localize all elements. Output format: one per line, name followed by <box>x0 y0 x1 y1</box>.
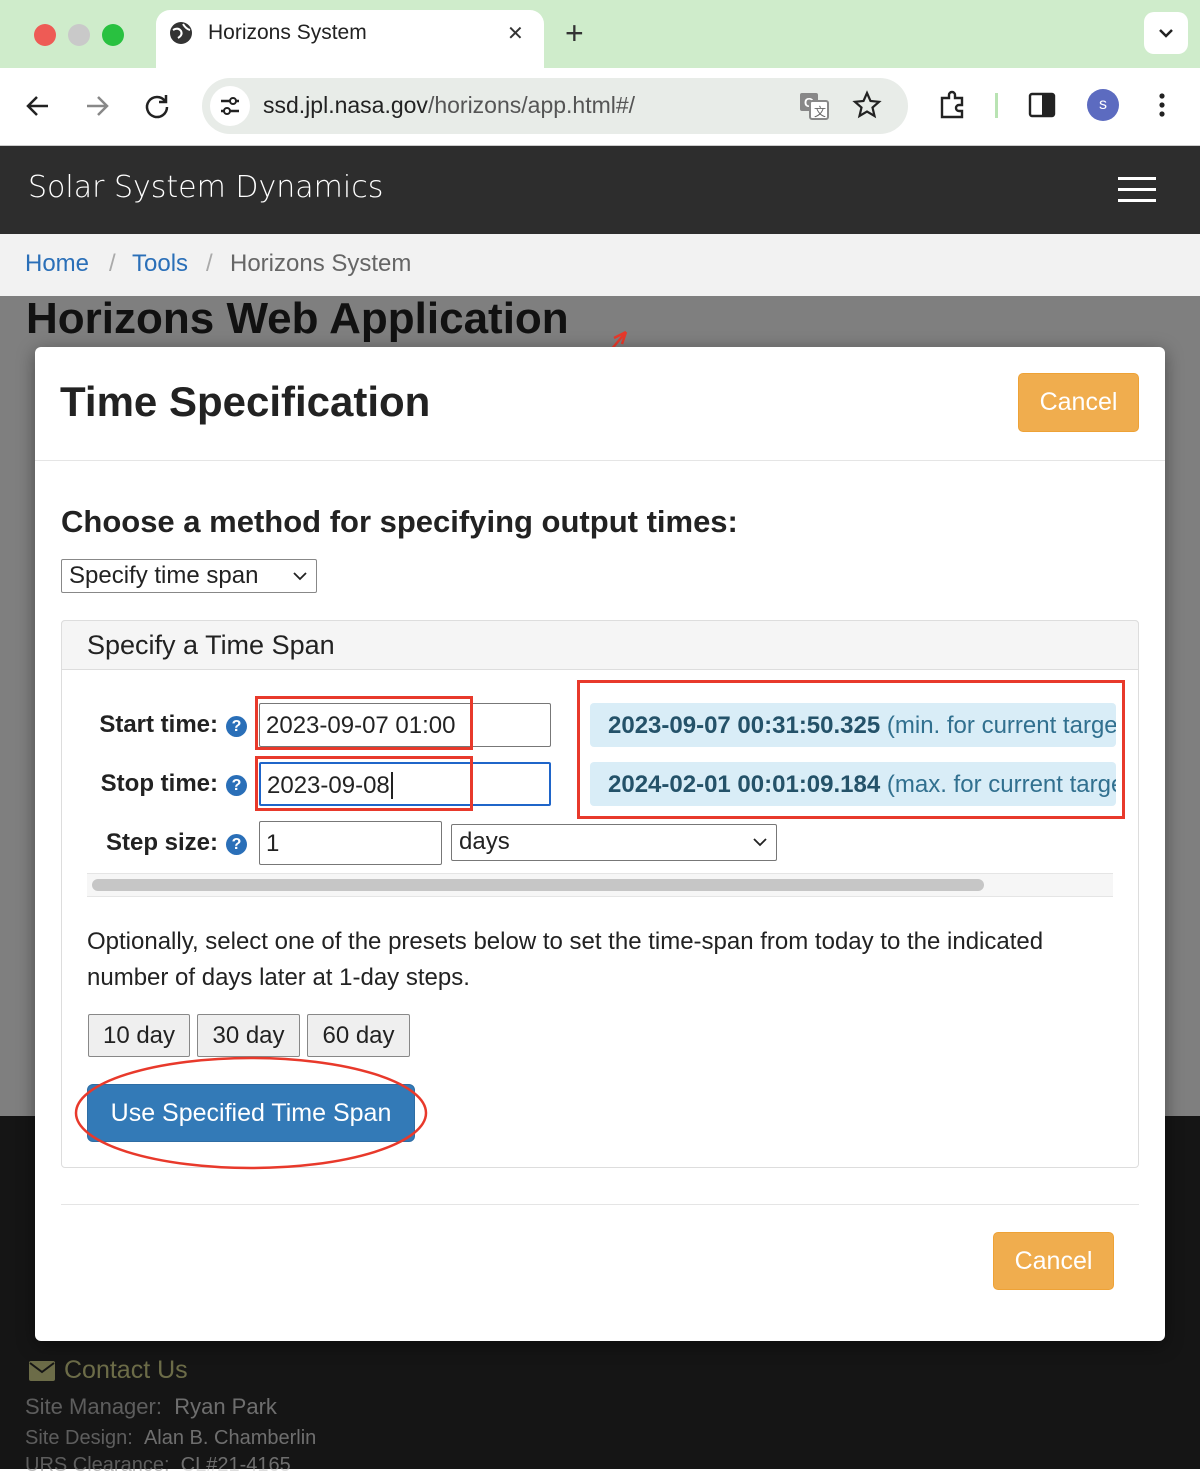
chevron-down-icon <box>1159 29 1173 38</box>
help-icon[interactable]: ? <box>226 775 247 796</box>
breadcrumb: Home / Tools / Horizons System <box>0 234 1200 296</box>
annotation-box-time-limits <box>577 680 1125 819</box>
breadcrumb-home[interactable]: Home <box>25 250 89 278</box>
help-icon[interactable]: ? <box>226 716 247 737</box>
scrollbar-thumb[interactable] <box>92 879 984 891</box>
breadcrumb-current: Horizons System <box>230 250 412 277</box>
url-host: ssd.jpl.nasa.gov <box>263 92 428 118</box>
panel-title: Specify a Time Span <box>87 630 335 660</box>
svg-text:文: 文 <box>814 104 826 119</box>
help-icon[interactable]: ? <box>226 834 247 855</box>
breadcrumb-separator: / <box>206 250 213 277</box>
globe-icon <box>170 22 192 44</box>
cancel-button-bottom[interactable]: Cancel <box>993 1232 1114 1290</box>
window-minimize-button[interactable] <box>68 24 90 46</box>
annotation-ellipse <box>74 1056 428 1170</box>
dialog-header-divider <box>35 460 1165 461</box>
tab-search-button[interactable] <box>1144 12 1188 54</box>
window-close-button[interactable] <box>34 24 56 46</box>
presets-description: Optionally, select one of the presets be… <box>87 928 1044 991</box>
chevron-down-icon <box>293 572 307 581</box>
site-title[interactable]: Solar System Dynamics <box>28 170 383 205</box>
bookmark-star-icon[interactable] <box>852 90 882 120</box>
step-unit-value: days <box>459 828 510 855</box>
breadcrumb-tools[interactable]: Tools <box>132 250 188 278</box>
hamburger-line <box>1118 188 1156 191</box>
start-time-label: Start time: <box>99 711 218 738</box>
breadcrumb-separator: / <box>109 250 116 277</box>
translate-icon[interactable]: G文 <box>798 90 830 122</box>
tab-title: Horizons System <box>208 21 367 44</box>
method-heading: Choose a method for specifying output ti… <box>61 504 738 539</box>
dialog-footer-divider <box>61 1204 1139 1205</box>
hamburger-line <box>1118 177 1156 180</box>
avatar[interactable]: s <box>1087 89 1119 121</box>
new-tab-button[interactable]: + <box>565 15 584 52</box>
time-method-value: Specify time span <box>69 562 259 589</box>
preset-30-day-button[interactable]: 30 day <box>197 1014 300 1057</box>
tab-close-icon[interactable]: ✕ <box>507 21 524 46</box>
annotation-box-start-time <box>255 696 473 750</box>
url-text[interactable]: ssd.jpl.nasa.gov/horizons/app.html#/ <box>263 92 635 119</box>
extensions-icon[interactable] <box>937 89 969 121</box>
stop-time-label: Stop time: <box>100 770 218 797</box>
forward-icon[interactable] <box>83 92 111 120</box>
url-path: /horizons/app.html#/ <box>427 92 636 118</box>
cancel-button-top[interactable]: Cancel <box>1018 373 1139 432</box>
back-icon[interactable] <box>24 92 52 120</box>
side-panel-icon[interactable] <box>1028 92 1056 118</box>
toolbar-divider <box>995 93 998 118</box>
menu-icon[interactable] <box>1152 90 1172 120</box>
step-size-input[interactable]: 1 <box>259 821 442 865</box>
preset-60-day-button[interactable]: 60 day <box>307 1014 410 1057</box>
chevron-down-icon <box>753 838 767 847</box>
preset-10-day-button[interactable]: 10 day <box>88 1014 190 1057</box>
dialog-title: Time Specification <box>60 378 431 425</box>
step-unit-select[interactable]: days <box>451 824 777 861</box>
window-maximize-button[interactable] <box>102 24 124 46</box>
reload-icon[interactable] <box>143 92 171 120</box>
step-size-label: Step size: <box>105 829 218 856</box>
annotation-box-stop-time <box>255 756 473 811</box>
hamburger-line <box>1118 199 1156 202</box>
site-info-icon[interactable] <box>210 86 250 126</box>
time-method-select[interactable]: Specify time span <box>61 559 317 593</box>
